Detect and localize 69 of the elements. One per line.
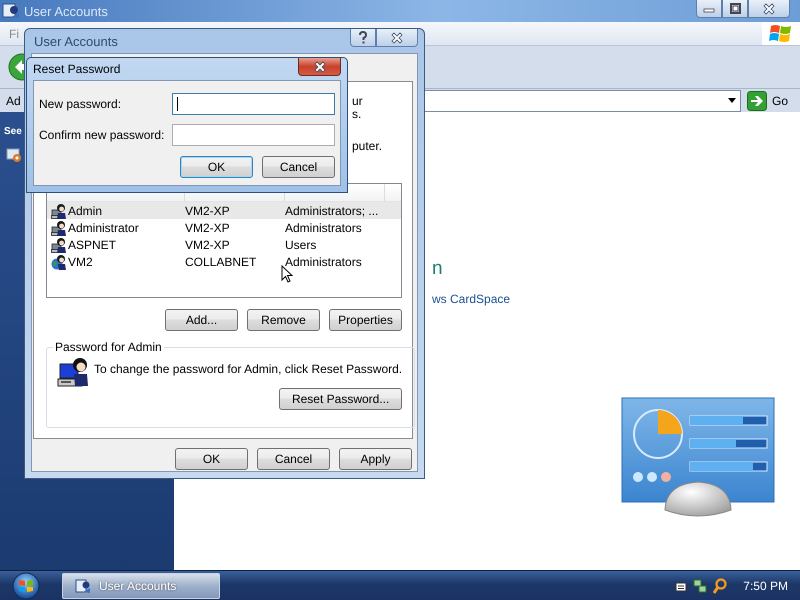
cardspace-link[interactable]: ws CardSpace — [432, 292, 510, 306]
settings-window-icon — [6, 147, 22, 163]
password-info-text: To change the password for Admin, click Reset Password. — [94, 361, 402, 376]
window-app-icon — [75, 578, 91, 594]
window-app-icon — [2, 2, 20, 20]
close-button[interactable] — [376, 29, 418, 47]
user-domain: COLLABNET — [185, 254, 258, 268]
keyboard-icon[interactable] — [675, 580, 688, 592]
go-button[interactable]: Go — [746, 90, 788, 110]
user-row[interactable]: Admin VM2-XP Administrators; ... — [47, 202, 401, 219]
user-name: ASPNET — [68, 238, 116, 252]
help-icon — [358, 30, 368, 44]
reset-password-button[interactable]: Reset Password... — [279, 388, 402, 410]
text-cursor-icon — [176, 97, 178, 111]
field-label: Confirm new password: — [39, 128, 166, 142]
user-domain: VM2-XP — [185, 238, 231, 252]
window-title: User Accounts — [24, 4, 109, 18]
group-title: Password for Admin — [54, 340, 163, 354]
user-group: Users — [285, 238, 401, 252]
sidebar-heading: See — [4, 126, 22, 137]
user-group: Administrators — [285, 254, 401, 268]
user-name: VM2 — [68, 254, 93, 268]
user-icon — [51, 236, 67, 252]
intro-text: s. — [352, 108, 362, 121]
user-icon — [51, 220, 67, 236]
user-group: Administrators — [285, 220, 401, 234]
close-icon — [391, 30, 403, 44]
close-icon — [314, 60, 326, 74]
user-domain: VM2-XP — [185, 220, 231, 234]
mouse-pointer-icon — [281, 265, 293, 283]
section-heading: n — [432, 258, 443, 280]
intro-text: puter. — [352, 140, 384, 153]
restore-icon — [729, 2, 741, 14]
user-domain: VM2-XP — [185, 204, 231, 218]
dialog-title: Reset Password — [33, 62, 122, 76]
user-row[interactable]: ASPNET VM2-XP Users — [47, 236, 401, 253]
address-label: Ad — [5, 94, 22, 108]
cancel-button[interactable]: Cancel — [262, 156, 335, 178]
password-field[interactable] — [172, 124, 335, 146]
close-button[interactable] — [748, 0, 790, 18]
add-button[interactable]: Add... — [165, 309, 238, 331]
restore-button[interactable] — [722, 0, 748, 18]
clock: 7:50 PM — [743, 578, 788, 592]
minimize-button[interactable] — [696, 0, 722, 18]
password-field[interactable] — [172, 93, 335, 115]
dropdown-caret-icon — [728, 98, 736, 103]
ok-button[interactable]: OK — [175, 448, 248, 470]
remove-button[interactable]: Remove — [247, 309, 320, 331]
intro-text: ur — [352, 95, 364, 108]
properties-button[interactable]: Properties — [329, 309, 402, 331]
user-row[interactable]: Administrator VM2-XP Administrators — [47, 219, 401, 236]
search-icon[interactable] — [713, 578, 728, 594]
task-label: User Accounts — [99, 578, 176, 592]
dialog-title: User Accounts — [33, 34, 119, 48]
close-button[interactable] — [298, 58, 341, 76]
field-label: New password: — [39, 97, 122, 111]
cancel-button[interactable]: Cancel — [257, 448, 330, 470]
globe-user-icon — [51, 254, 67, 270]
user-name: Admin — [68, 204, 102, 218]
close-icon — [763, 2, 775, 16]
user-computer-icon — [57, 356, 89, 388]
user-group: Administrators; ... — [285, 204, 401, 218]
help-button[interactable] — [350, 29, 376, 47]
user-icon — [51, 202, 67, 218]
network-icon[interactable] — [693, 578, 708, 592]
user-row[interactable]: VM2 COLLABNET Administrators — [47, 253, 401, 270]
user-name: Administrator — [68, 220, 139, 234]
apply-button[interactable]: Apply — [339, 448, 412, 470]
ok-button[interactable]: OK — [180, 156, 253, 178]
